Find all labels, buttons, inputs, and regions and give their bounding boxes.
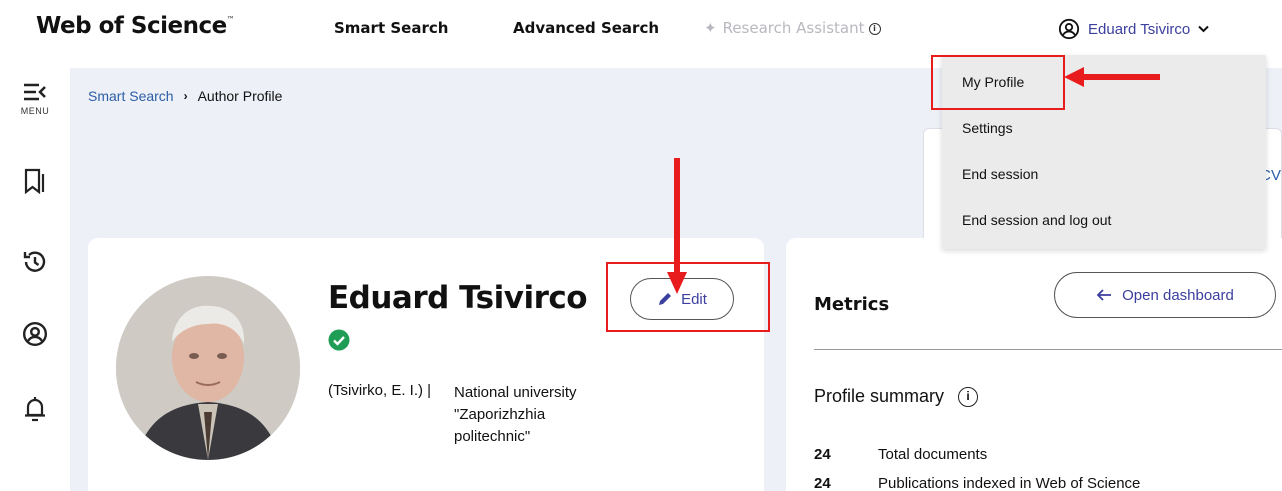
annotation-arrow-down <box>667 158 687 294</box>
annotation-arrow-right <box>1064 67 1160 87</box>
annotation-arrows <box>667 67 1160 294</box>
